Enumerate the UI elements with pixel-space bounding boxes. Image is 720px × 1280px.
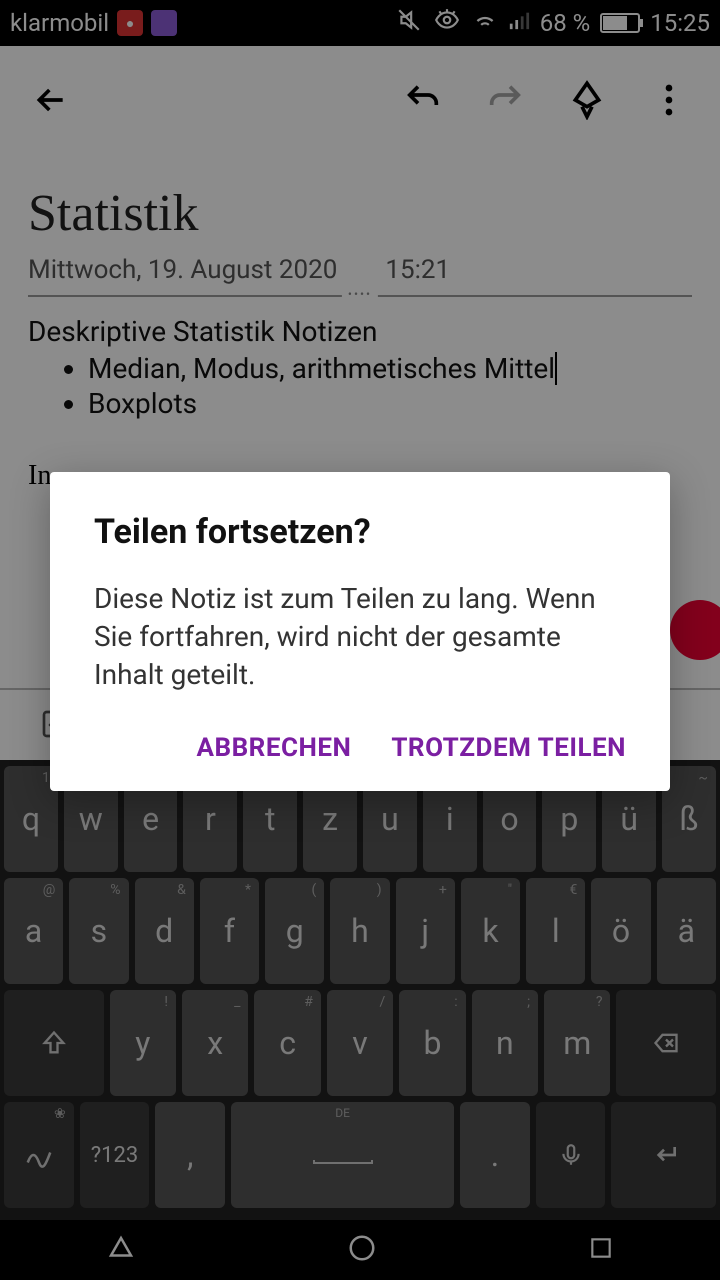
dialog-message: Diese Notiz ist zum Teilen zu lang. Wenn… bbox=[94, 580, 626, 693]
confirm-button[interactable]: TROTZDEM TEILEN bbox=[391, 733, 626, 763]
dialog-title: Teilen fortsetzen? bbox=[94, 512, 626, 552]
share-dialog: Teilen fortsetzen? Diese Notiz ist zum T… bbox=[50, 472, 670, 791]
cancel-button[interactable]: ABBRECHEN bbox=[197, 733, 352, 763]
